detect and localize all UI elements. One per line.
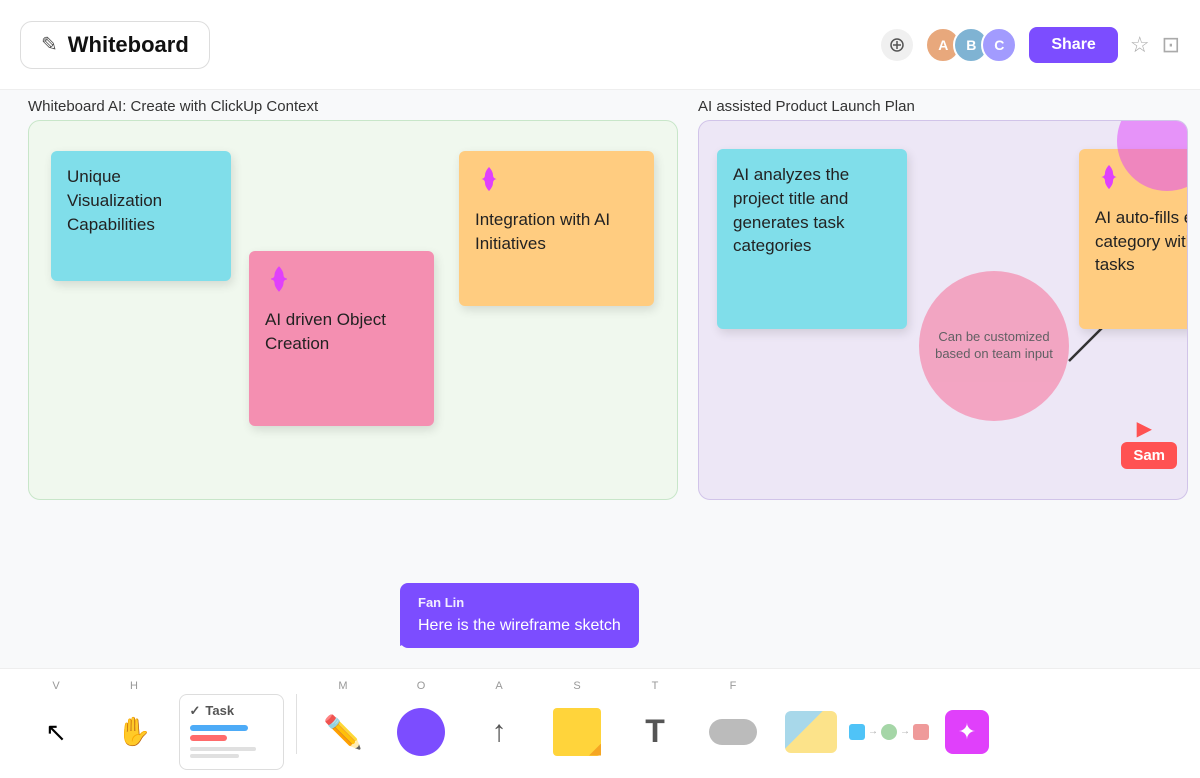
tooltip-message: Here is the wireframe sketch [418,614,621,638]
sam-cursor-icon: ▶ [1137,416,1152,441]
task-line-1 [190,747,256,751]
image-tool[interactable] [775,696,847,768]
toolbar-section-shape: O [385,680,457,768]
task-line-2 [190,754,240,758]
divider-1 [296,694,297,754]
flow-box-2 [881,724,897,740]
toolbar-section-select: V ↖ [20,680,92,768]
key-t: T [652,680,659,692]
sticky-ai-object-text: AI driven Object Creation [265,310,386,353]
toolbar-section-arrow: A ↑ [463,680,535,768]
toolbar-section-frame: F [697,680,769,768]
whiteboard-icon: ✎ [41,32,58,57]
key-m: M [338,680,347,692]
avatar-3: C [981,27,1017,63]
sticky-unique-viz-text: Unique Visualization Capabilities [67,167,162,234]
sticky-tool-btn[interactable] [541,696,613,768]
flow-tool[interactable]: → → [853,696,925,768]
toolbar-section-hand: H ✋ [98,680,170,768]
key-h: H [130,680,138,692]
hand-icon: ✋ [117,718,152,746]
cursor-status [881,29,913,61]
task-lines [190,747,273,758]
shape-circle [397,708,445,756]
task-label: Task [205,703,234,718]
key-task [229,680,232,692]
title-bar: ✎ Whiteboard [20,21,210,69]
toolbar-section-image [775,680,847,768]
sticky-ai-analyzes[interactable]: AI analyzes the project title and genera… [717,149,907,329]
toolbar-section-task: ✓ Task [176,680,286,768]
sticky-integration-text: Integration with AI Initiatives [475,210,610,253]
select-icon: ↖ [45,719,67,745]
key-a: A [495,680,502,692]
task-card-header: ✓ Task [190,703,273,719]
toolbar-section-pen: M ✏️ [307,680,379,768]
sticky-integration[interactable]: Integration with AI Initiatives [459,151,654,306]
key-s: S [573,680,580,692]
brush-tool[interactable]: ✦ [931,696,1003,768]
sticky-tool-icon [553,708,601,756]
text-tool[interactable]: T [619,696,691,768]
frame-icon [709,719,757,745]
toolbar-section-text: T T [619,680,691,768]
sticky-unique-viz[interactable]: Unique Visualization Capabilities [51,151,231,281]
header-actions: A B C Share ☆ ⊡ [881,27,1180,63]
star-icon[interactable]: ☆ [1130,32,1150,58]
arrow-icon: ↑ [492,715,507,749]
task-tool[interactable]: ✓ Task [176,696,286,768]
collaborator-avatars: A B C [925,27,1017,63]
key-img [809,680,812,692]
flow-box-1 [849,724,865,740]
text-icon: T [645,713,665,750]
tooltip-user: Fan Lin [418,593,621,613]
arrow-tool[interactable]: ↑ [463,696,535,768]
key-f: F [730,680,737,692]
toolbar-section-brush: ✦ [931,680,1003,768]
right-section-label: AI assisted Product Launch Plan [698,98,915,115]
brush-icon: ✦ [945,710,989,754]
toolbar: V ↖ H ✋ ✓ Task [0,668,1200,778]
toolbar-section-sticky: S [541,680,613,768]
fan-lin-tooltip: Fan Lin Here is the wireframe sketch [400,583,639,649]
left-board: Unique Visualization Capabilities AI dri… [28,120,678,500]
pen-icon: ✏️ [323,716,363,748]
flow-arrow-1: → [868,726,878,737]
flow-arrow-2: → [900,726,910,737]
task-card: ✓ Task [179,694,284,770]
pen-tool[interactable]: ✏️ [307,696,379,768]
customizable-circle: Can be customized based on team input [919,271,1069,421]
select-tool[interactable]: ↖ [20,696,92,768]
check-icon: ✓ [190,703,201,719]
key-o: O [417,680,426,692]
more-icon[interactable]: ⊡ [1162,32,1180,58]
share-button[interactable]: Share [1029,27,1117,63]
sticky-ai-analyzes-text: AI analyzes the project title and genera… [733,165,849,255]
sticky-ai-object[interactable]: AI driven Object Creation [249,251,434,426]
canvas-area[interactable]: Whiteboard AI: Create with ClickUp Conte… [0,90,1200,668]
key-v: V [52,680,59,692]
image-icon [785,711,837,753]
shape-tool[interactable] [385,696,457,768]
left-section-label: Whiteboard AI: Create with ClickUp Conte… [28,98,318,115]
header: ✎ Whiteboard A B C Share ☆ ⊡ [0,0,1200,90]
progress-bar-red [190,735,227,741]
circle-text: Can be customized based on team input [929,329,1059,363]
frame-tool[interactable] [697,696,769,768]
flow-icon: → → [849,724,929,740]
ai-icon-1 [265,265,418,302]
ai-icon-2 [475,165,638,202]
progress-bar-blue [190,725,248,731]
toolbar-section-flow: → → [853,680,925,768]
sam-label: Sam [1121,442,1177,469]
hand-tool[interactable]: ✋ [98,696,170,768]
key-brush [965,680,968,692]
right-board: AI analyzes the project title and genera… [698,120,1188,500]
key-flow [887,680,890,692]
flow-box-3 [913,724,929,740]
page-title: Whiteboard [68,32,189,58]
sticky-ai-autofills-text: AI auto-fills each category with typical… [1095,208,1188,275]
